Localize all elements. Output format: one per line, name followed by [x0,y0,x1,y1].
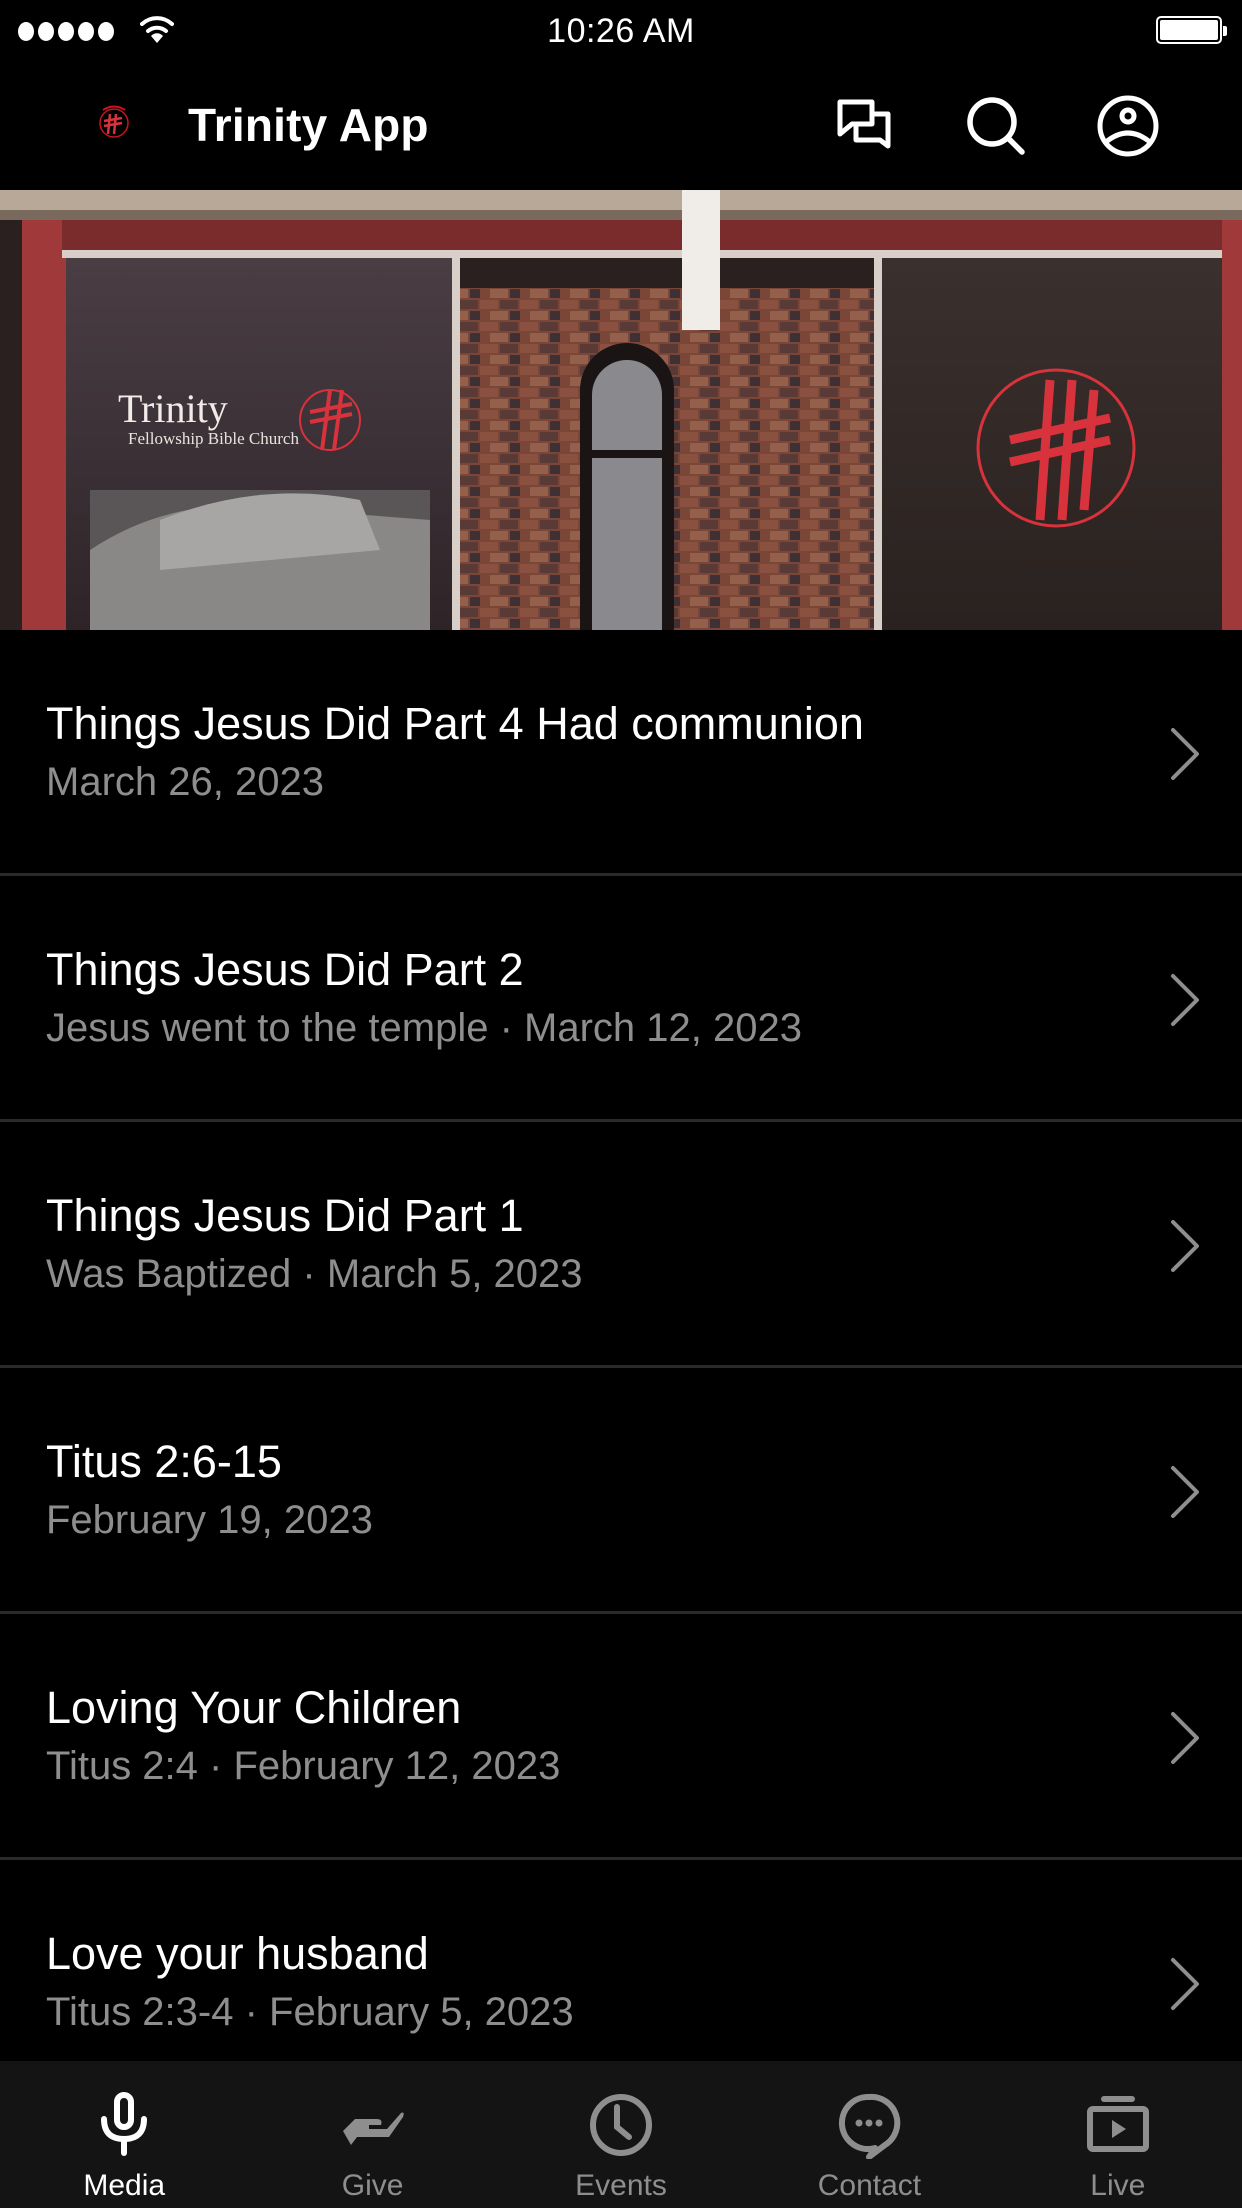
sermon-title: Titus 2:6-15 [46,1436,282,1487]
sermon-row[interactable]: Titus 2:6-15 February 19, 2023 [0,1368,1242,1614]
tab-label: Live [1090,2169,1146,2202]
sermon-title: Loving Your Children [46,1682,462,1733]
clock-icon [590,2094,653,2156]
sign-subtitle: Fellowship Bible Church [128,429,299,448]
chevron-right-icon [1171,728,1199,780]
church-logo-icon [99,105,129,138]
sermon-title: Things Jesus Did Part 1 [46,1190,524,1241]
giving-hand-icon [342,2112,404,2145]
chevron-right-icon [1171,974,1199,1026]
sermon-title: Things Jesus Did Part 4 Had communion [46,698,864,749]
sermon-row[interactable]: Things Jesus Did Part 4 Had communion Ma… [0,630,1242,876]
battery-icon [1156,16,1227,44]
chevron-right-icon [1171,1712,1199,1764]
app-title: Trinity App [188,99,429,151]
chat-icon [837,99,891,149]
microphone-icon [101,2092,148,2156]
tab-media[interactable]: Media [0,2061,248,2208]
profile-button[interactable] [1092,90,1164,162]
search-icon [967,97,1025,155]
video-playlist-icon [1086,2096,1149,2152]
profile-icon [1097,95,1159,157]
sermon-subtitle: Titus 2:4 · February 12, 2023 [46,1744,561,1788]
chevron-right-icon [1171,1466,1199,1518]
speech-bubble-icon [839,2093,901,2159]
sermon-list: Things Jesus Did Part 4 Had communion Ma… [0,630,1242,2106]
sermon-row[interactable]: Things Jesus Did Part 2 Jesus went to th… [0,876,1242,1122]
sermon-subtitle: Titus 2:3-4 · February 5, 2023 [46,1990,574,2034]
chevron-right-icon [1171,1220,1199,1272]
sermon-subtitle: Jesus went to the temple · March 12, 202… [46,1006,802,1050]
tab-live[interactable]: Live [994,2061,1242,2208]
search-button[interactable] [960,90,1032,162]
sermon-row[interactable]: Things Jesus Did Part 1 Was Baptized · M… [0,1122,1242,1368]
status-time: 10:26 AM [547,12,695,50]
tab-give[interactable]: Give [248,2061,496,2208]
church-storefront-image: Trinity Fellowship Bible Church [0,190,1242,630]
sermon-title: Things Jesus Did Part 2 [46,944,524,995]
sermon-title: Love your husband [46,1928,429,1979]
tab-label: Media [83,2169,166,2202]
tab-label: Give [341,2169,404,2202]
tab-label: Contact [817,2169,922,2202]
sermon-subtitle: February 19, 2023 [46,1498,373,1542]
status-bar: 10:26 AM [0,0,1242,60]
chevron-right-icon [1171,1958,1199,2010]
tab-label: Events [575,2169,667,2202]
hero-banner: Trinity Fellowship Bible Church [0,190,1242,630]
app-header: Trinity App [0,60,1242,190]
sermon-row[interactable]: Loving Your Children Titus 2:4 · Februar… [0,1614,1242,1860]
tab-bar: Media Give Events Contact Live [0,2061,1242,2208]
sign-title: Trinity [118,386,228,431]
tab-events[interactable]: Events [497,2061,745,2208]
sermon-subtitle: March 26, 2023 [46,760,324,804]
sermon-subtitle: Was Baptized · March 5, 2023 [46,1252,583,1296]
messages-button[interactable] [828,90,900,162]
tab-contact[interactable]: Contact [745,2061,993,2208]
